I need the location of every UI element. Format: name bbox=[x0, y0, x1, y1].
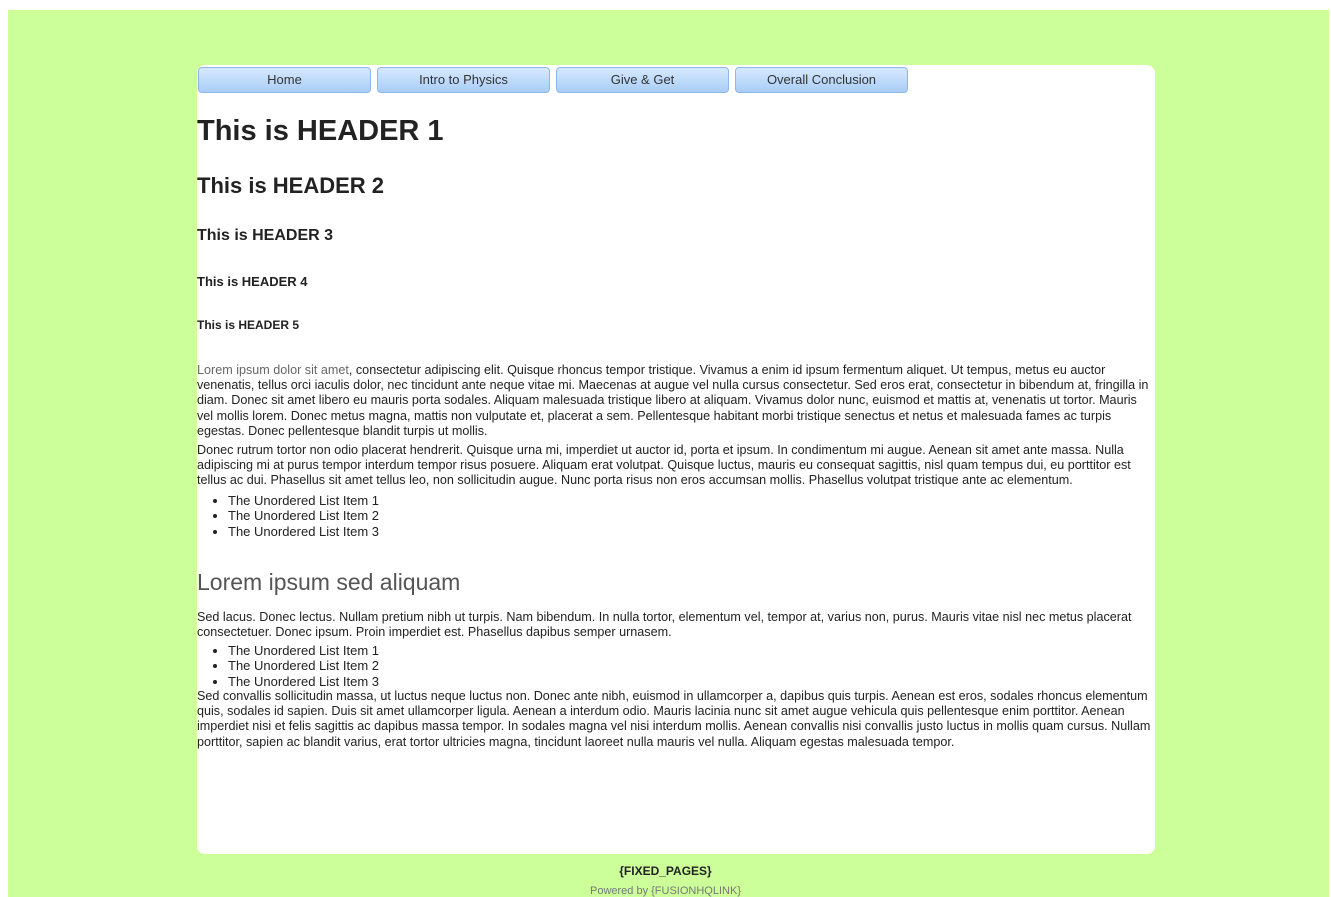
list-item: The Unordered List Item 1 bbox=[228, 493, 1155, 509]
lorem-ipsum-link[interactable]: Lorem ipsum dolor sit amet bbox=[197, 363, 349, 377]
nav-home-button[interactable]: Home bbox=[198, 67, 371, 93]
paragraph-4: Sed convallis sollicitudin massa, ut luc… bbox=[197, 689, 1151, 749]
header-2: This is HEADER 2 bbox=[197, 173, 385, 198]
footer-fixed-pages: {FIXED_PAGES} bbox=[619, 864, 712, 878]
header-1: This is HEADER 1 bbox=[197, 115, 444, 147]
paragraph-3: Sed lacus. Donec lectus. Nullam pretium … bbox=[197, 610, 1132, 640]
list-item: The Unordered List Item 3 bbox=[228, 674, 1155, 690]
list-item: The Unordered List Item 2 bbox=[228, 658, 1155, 674]
footer-powered-by: Powered by {FUSIONHQLINK} bbox=[589, 885, 741, 897]
paragraph-1: Lorem ipsum dolor sit amet, consectetur … bbox=[197, 363, 1155, 439]
main-content: This is HEADER 1 This is HEADER 2 This i… bbox=[197, 100, 1155, 750]
list-item: The Unordered List Item 2 bbox=[228, 508, 1155, 524]
top-navigation: Home Intro to Physics Give & Get Overall… bbox=[198, 67, 908, 93]
list-item: The Unordered List Item 3 bbox=[228, 524, 1155, 540]
section-subheading: Lorem ipsum sed aliquam bbox=[197, 569, 461, 596]
nav-intro-to-physics-button[interactable]: Intro to Physics bbox=[377, 67, 550, 93]
header-3: This is HEADER 3 bbox=[197, 227, 334, 244]
unordered-list-1: The Unordered List Item 1 The Unordered … bbox=[197, 493, 1155, 540]
header-4: This is HEADER 4 bbox=[197, 274, 308, 289]
paragraph-2: Donec rutrum tortor non odio placerat he… bbox=[197, 443, 1131, 488]
header-5: This is HEADER 5 bbox=[197, 318, 300, 332]
list-item: The Unordered List Item 1 bbox=[228, 643, 1155, 659]
nav-give-and-get-button[interactable]: Give & Get bbox=[556, 67, 729, 93]
unordered-list-2: The Unordered List Item 1 The Unordered … bbox=[197, 643, 1155, 690]
nav-overall-conclusion-button[interactable]: Overall Conclusion bbox=[735, 67, 908, 93]
